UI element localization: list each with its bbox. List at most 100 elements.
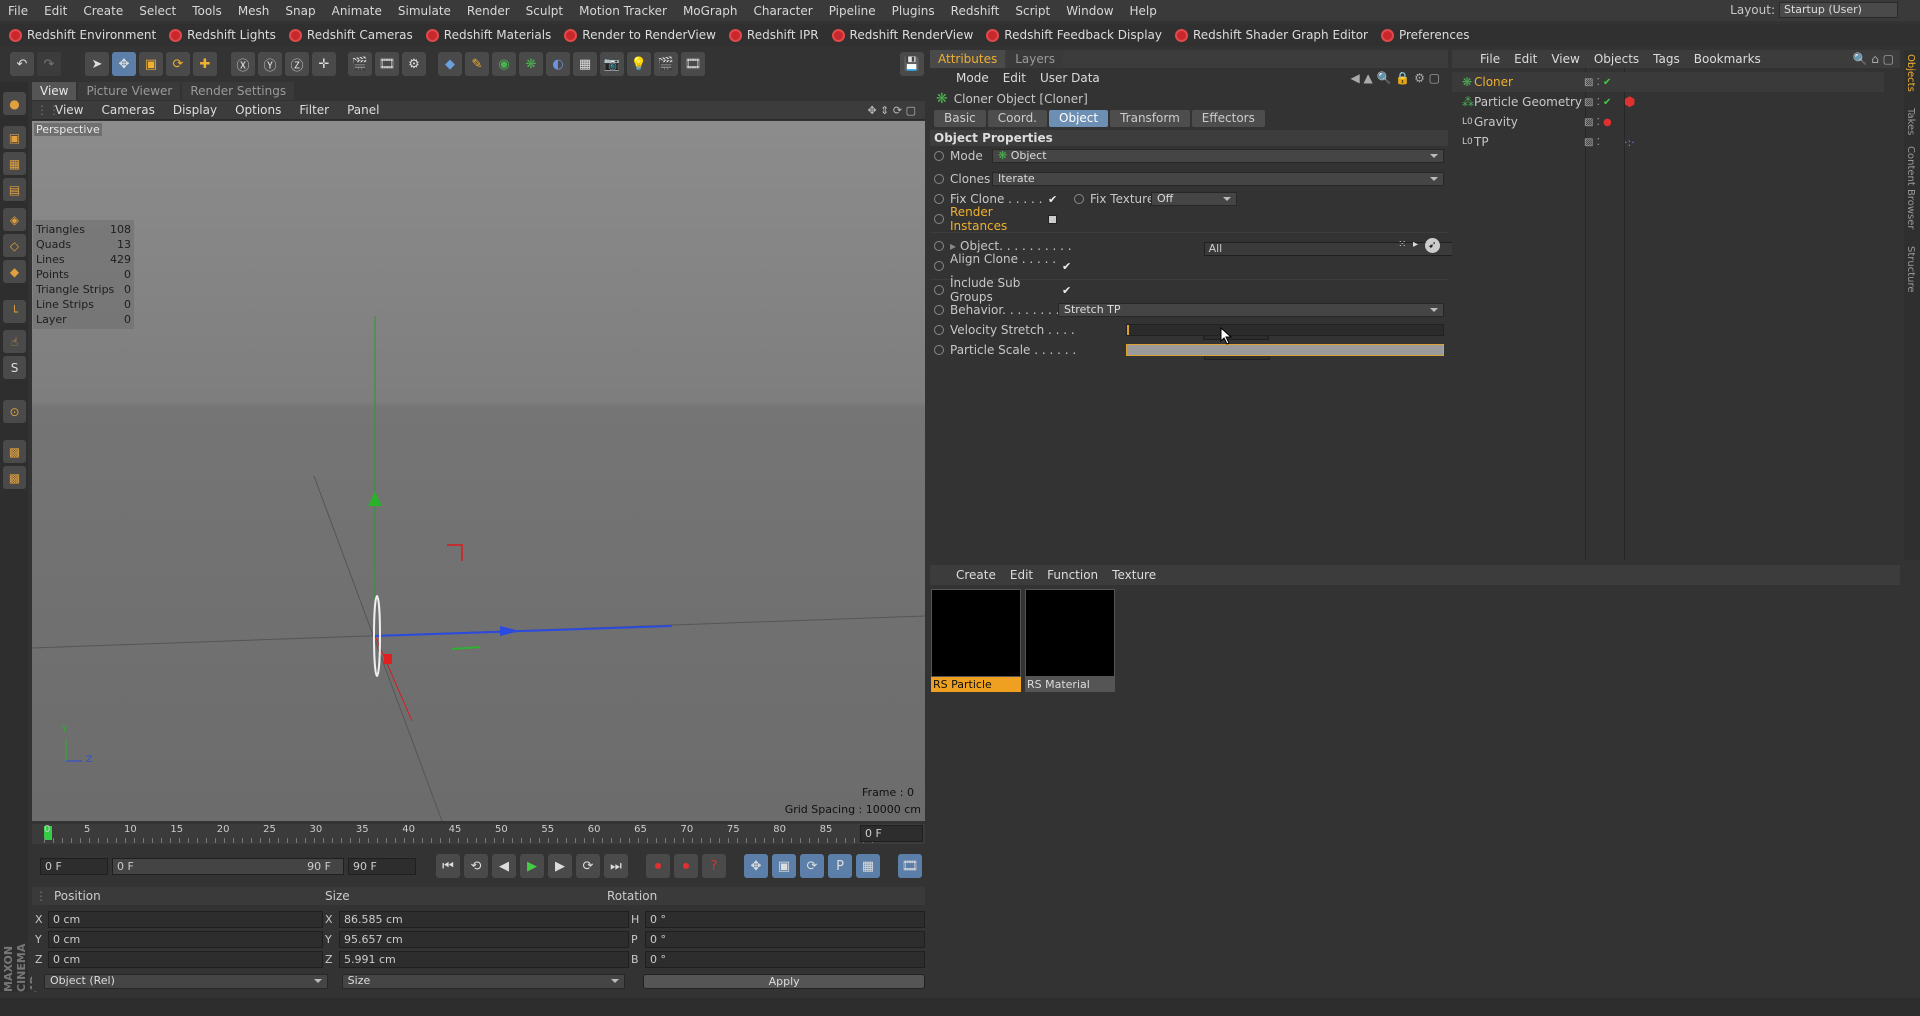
om-menu-view[interactable]: View — [1551, 52, 1579, 66]
vp-menu-cameras[interactable]: Cameras — [92, 103, 163, 117]
mat-menu-texture[interactable]: Texture — [1112, 568, 1156, 582]
tp-tag-icon[interactable]: ·:· — [1624, 136, 1635, 149]
mat-menu-function[interactable]: Function — [1047, 568, 1098, 582]
coord-mode-select[interactable]: Object (Rel) — [44, 973, 328, 989]
layout-select[interactable]: Startup (User) — [1779, 2, 1898, 18]
rs-renderview-button[interactable]: Redshift RenderView — [829, 26, 980, 44]
cloner-icon[interactable]: ❋ — [519, 52, 543, 76]
object-row-tp[interactable]: L0 TP ▨ ⁚ ·:· — [1452, 132, 1884, 152]
arrow-right-icon[interactable]: ▸ — [1413, 239, 1418, 250]
rs-ipr-icon[interactable]: 🎞 — [681, 52, 705, 76]
play-icon[interactable]: ▶ — [520, 854, 544, 878]
prev-frame-icon[interactable]: ◀ — [492, 854, 516, 878]
goto-start-icon[interactable]: ⏮ — [436, 854, 460, 878]
solo-icon[interactable]: S — [3, 356, 26, 379]
edges-mode-icon[interactable]: ◇ — [3, 234, 26, 257]
pen-icon[interactable]: ✎ — [465, 52, 489, 76]
key-position-icon[interactable]: ✥ — [744, 854, 768, 878]
menu-motion-tracker[interactable]: Motion Tracker — [571, 4, 675, 18]
snap-icon[interactable]: ⊙ — [3, 400, 26, 423]
size-z-field[interactable]: 5.991 cm — [339, 950, 629, 968]
viewport-nav-icons[interactable]: ✥ ⇕ ⟳ ▢ — [858, 104, 925, 117]
mode-select[interactable]: ❋ Object — [992, 149, 1444, 163]
om-nav-icons[interactable]: 🔍 ⌂ ▢ — [1852, 52, 1900, 66]
key-param-icon[interactable]: P — [828, 854, 852, 878]
render-instances-checkbox[interactable] — [1048, 214, 1057, 224]
tweak-mode-icon[interactable]: ☝ — [3, 330, 26, 353]
goto-end-icon[interactable]: ⏭ — [604, 854, 628, 878]
om-menu-objects[interactable]: Objects — [1594, 52, 1639, 66]
material-rs-particle[interactable]: RS Particle — [931, 589, 1021, 693]
tab-layers[interactable]: Layers — [1007, 50, 1063, 68]
rs-render-icon[interactable]: 🎬 — [654, 52, 678, 76]
points-mode-icon[interactable]: ◈ — [3, 208, 26, 231]
attr-menu-mode[interactable]: Mode — [956, 71, 989, 85]
viewport-3d[interactable]: Perspective Triangles 108 Quads 13 Lines 42… — [32, 121, 925, 821]
rs-object-tag-icon[interactable]: ⬢ — [1624, 95, 1635, 110]
tab-attributes[interactable]: Attributes — [930, 50, 1006, 68]
redo-icon[interactable]: ↷ — [37, 52, 61, 76]
behavior-select[interactable]: Stretch TP — [1058, 303, 1444, 317]
rs-render-to-renderview-button[interactable]: Render to RenderView — [561, 26, 722, 44]
texture-mode-icon[interactable]: ▦ — [3, 152, 26, 175]
rs-ipr-button[interactable]: Redshift IPR — [726, 26, 825, 44]
frame-range-slider[interactable]: 0 F 90 F — [112, 857, 344, 875]
menu-animate[interactable]: Animate — [324, 4, 390, 18]
rs-cameras-button[interactable]: Redshift Cameras — [286, 26, 419, 44]
menu-mograph[interactable]: MoGraph — [675, 4, 746, 18]
axis-mode-icon[interactable]: └ — [3, 300, 26, 323]
floor-icon[interactable]: ▦ — [573, 52, 597, 76]
animate-radio[interactable] — [934, 151, 944, 161]
subdivision-icon[interactable]: ◉ — [492, 52, 516, 76]
attr-menu-userdata[interactable]: User Data — [1040, 71, 1100, 85]
menu-script[interactable]: Script — [1007, 4, 1058, 18]
align-clone-checkbox[interactable]: ✔ — [1062, 260, 1074, 273]
attr-nav-icons[interactable]: ◀ ▲ 🔍 🔒 ⚙ ▢ — [1350, 71, 1448, 85]
menu-snap[interactable]: Snap — [277, 4, 323, 18]
world-coords-icon[interactable]: ✛ — [312, 52, 336, 76]
visibility-toggles[interactable]: ▨ ⁚ ● — [1584, 117, 1624, 128]
key-rotation-icon[interactable]: ⟳ — [800, 854, 824, 878]
clones-select[interactable]: Iterate — [992, 172, 1444, 186]
menu-window[interactable]: Window — [1058, 4, 1121, 18]
side-tab-content-browser[interactable]: Content Browser — [1905, 146, 1916, 229]
vp-menu-view[interactable]: View — [46, 103, 92, 117]
autokey-icon[interactable]: ⏺ — [674, 854, 698, 878]
rotate-icon[interactable]: ⟳ — [166, 52, 190, 76]
menu-simulate[interactable]: Simulate — [390, 4, 459, 18]
undo-icon[interactable]: ↶ — [10, 52, 34, 76]
current-frame-field[interactable]: 0 F — [860, 825, 923, 842]
menu-plugins[interactable]: Plugins — [884, 4, 943, 18]
vp-menu-display[interactable]: Display — [164, 103, 226, 117]
pick-object-icon[interactable]: ➹ — [1425, 238, 1440, 253]
material-rs-material[interactable]: RS Material — [1025, 589, 1115, 693]
light-icon[interactable]: 💡 — [627, 52, 651, 76]
transform-icon[interactable]: ✚ — [193, 52, 217, 76]
menu-sculpt[interactable]: Sculpt — [518, 4, 571, 18]
render-settings-icon[interactable]: ⚙ — [402, 52, 426, 76]
size-x-field[interactable]: 86.585 cm — [339, 910, 629, 928]
size-y-field[interactable]: 95.657 cm — [339, 930, 629, 948]
object-row-particle-geometry[interactable]: ⁂ Particle Geometry ▨ ⁚ ✔ ⬢ — [1452, 92, 1884, 112]
cube-icon[interactable]: ◆ — [438, 52, 462, 76]
visibility-toggles[interactable]: ▨ ⁚ — [1584, 137, 1624, 148]
x-axis-lock-icon[interactable]: Ⓧ — [231, 52, 255, 76]
om-menu-file[interactable]: File — [1480, 52, 1500, 66]
animate-radio[interactable] — [934, 305, 944, 315]
tab-render-settings[interactable]: Render Settings — [182, 82, 295, 100]
rs-feedback-display-button[interactable]: Redshift Feedback Display — [983, 26, 1168, 44]
make-editable-icon[interactable]: ● — [3, 92, 26, 115]
menu-edit[interactable]: Edit — [36, 4, 75, 18]
lock-grid-icon[interactable]: ▩ — [3, 466, 26, 489]
side-tab-objects[interactable]: Objects — [1905, 54, 1916, 92]
animate-radio[interactable] — [934, 285, 944, 295]
y-axis-lock-icon[interactable]: Ⓨ — [258, 52, 282, 76]
animate-radio[interactable] — [934, 174, 944, 184]
key-scale-icon[interactable]: ▣ — [772, 854, 796, 878]
menu-tools[interactable]: Tools — [184, 4, 230, 18]
timeline-window-icon[interactable]: 🎞 — [898, 854, 922, 878]
apply-button[interactable]: Apply — [643, 973, 926, 989]
prev-key-icon[interactable]: ⟲ — [464, 854, 488, 878]
om-menu-bookmarks[interactable]: Bookmarks — [1694, 52, 1761, 66]
ptab-object[interactable]: Object — [1049, 110, 1109, 127]
